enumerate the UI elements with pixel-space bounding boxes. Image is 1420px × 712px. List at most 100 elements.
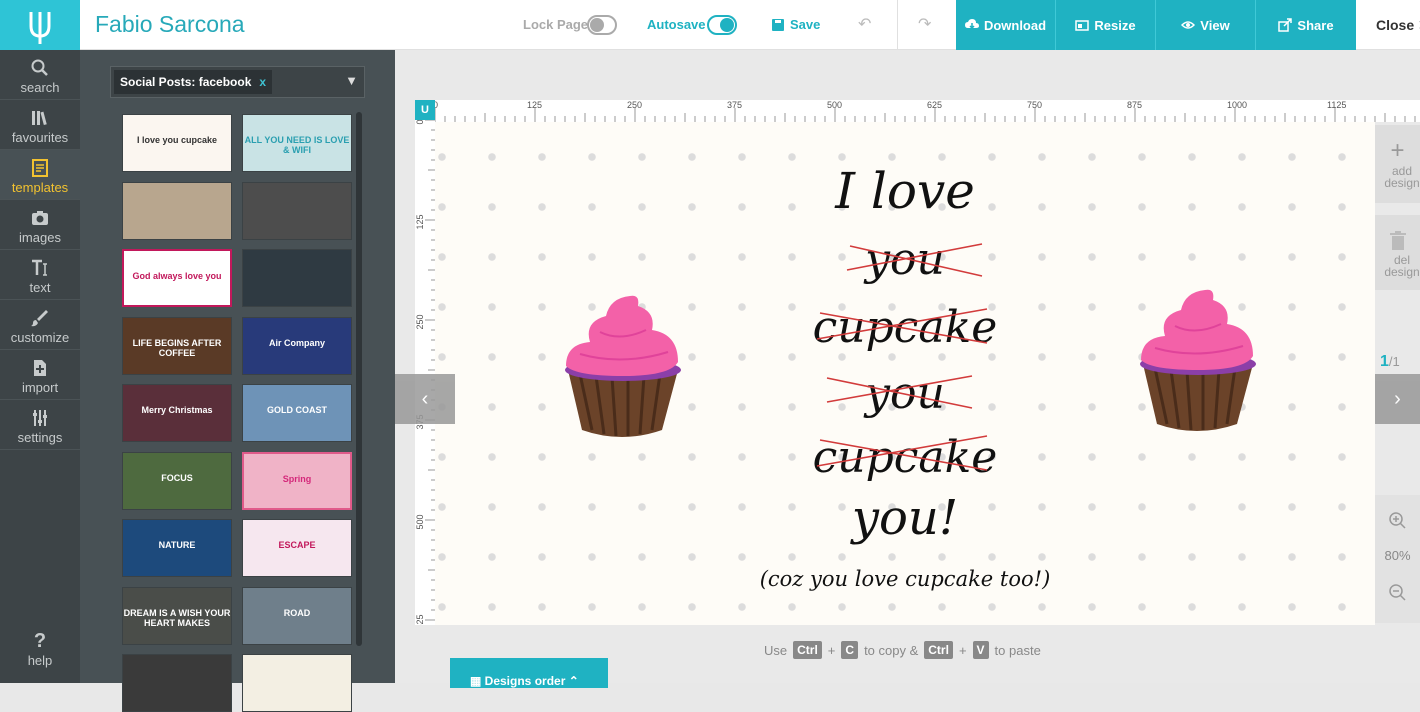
template-thumbnail-label: DREAM IS A WISH YOUR HEART MAKES (123, 607, 231, 628)
template-thumbnail[interactable]: ALL YOU NEED IS LOVE & WIFI (242, 114, 352, 172)
template-thumbnail-label: ROAD (283, 607, 311, 618)
undo-button[interactable]: ↶ (858, 14, 871, 34)
share-button[interactable]: Share (1256, 0, 1356, 50)
share-icon (1278, 18, 1293, 32)
template-thumbnail[interactable]: ESCAPE (242, 519, 352, 577)
sidebar-item-settings[interactable]: settings (0, 400, 80, 450)
redo-button[interactable]: ↷ (918, 14, 931, 34)
template-thumbnail[interactable]: God always love you (122, 249, 232, 307)
template-thumbnail-label: FOCUS (161, 472, 193, 483)
key-ctrl: Ctrl (924, 641, 953, 659)
cupcake-right-icon[interactable] (1135, 286, 1260, 436)
help-button[interactable]: ? help (0, 630, 80, 668)
ruler-tick-label: 1125 (1327, 100, 1346, 110)
template-thumbnail[interactable]: FOCUS (122, 451, 232, 510)
template-thumbnail[interactable] (122, 654, 232, 712)
chevron-up-icon: ⌃ (565, 674, 579, 688)
template-thumbnail[interactable]: Merry Christmas (122, 384, 232, 442)
next-page-button[interactable]: › (1375, 374, 1420, 424)
template-thumbnail[interactable] (242, 249, 352, 307)
delete-design-button[interactable]: del design (1375, 215, 1420, 290)
sidebar-item-label: import (21, 380, 59, 395)
sidebar-item-search[interactable]: search (0, 50, 80, 100)
logo-icon (29, 12, 51, 44)
text-line-1[interactable]: I love (435, 162, 1375, 220)
close-button[interactable]: Close✕ (1376, 17, 1420, 34)
design-canvas[interactable]: I love you cupcake you cupcake you! (coz… (435, 122, 1375, 625)
resize-label: Resize (1094, 17, 1136, 33)
ruler-top-ticks: 0 125 250 375 500 625 750 875 1000 1125 (433, 100, 1416, 122)
template-thumbnail-label: ALL YOU NEED IS LOVE & WIFI (244, 135, 350, 155)
help-label: help (27, 653, 53, 668)
remove-filter-button[interactable]: x (259, 75, 266, 89)
save-label: Save (790, 17, 821, 32)
page-current: 1 (1380, 353, 1389, 370)
sidebar-item-text[interactable]: text (0, 250, 80, 300)
document-title[interactable]: Fabio Sarcona (95, 11, 245, 38)
autosave-toggle[interactable] (707, 15, 737, 35)
sidebar-item-favourites[interactable]: favourites (0, 100, 80, 150)
sidebar-item-templates[interactable]: templates (0, 150, 90, 200)
dropdown-arrow-icon[interactable]: ▼ (345, 73, 358, 88)
template-thumbnail-label: God always love you (132, 271, 222, 281)
zoom-in-icon[interactable] (1388, 511, 1408, 531)
top-bar: Fabio Sarcona Lock Page Autosave Save ↶ … (0, 0, 1420, 50)
prev-page-button[interactable]: ‹ (395, 374, 455, 424)
download-label: Download (983, 17, 1047, 33)
keyboard-hint: Use Ctrl + C to copy & Ctrl + V to paste (764, 641, 1041, 659)
brush-icon (31, 310, 48, 327)
close-label: Close (1376, 17, 1415, 33)
template-thumbnail[interactable]: NATURE (122, 519, 232, 577)
designs-order-button[interactable]: ▦ Designs order ⌃ (450, 658, 608, 688)
ruler-tick-label: 875 (1127, 100, 1142, 110)
ruler-tick-label: 500 (827, 100, 842, 110)
text-line-6[interactable]: you! (435, 490, 1375, 546)
template-thumbnail-label: Air Company (268, 337, 325, 348)
add-design-label: add design (1384, 164, 1420, 190)
template-thumbnail[interactable]: GOLD COAST (242, 384, 352, 442)
lock-page-toggle[interactable] (587, 15, 617, 35)
sidebar-item-customize[interactable]: customize (0, 300, 80, 350)
share-label: Share (1297, 17, 1334, 33)
template-thumbnail[interactable] (242, 654, 352, 712)
page-total: /1 (1388, 354, 1400, 369)
view-button[interactable]: View (1156, 0, 1255, 50)
ruler-tick-label: 1000 (1227, 100, 1247, 110)
save-button[interactable]: Save (772, 17, 820, 32)
template-thumbnail[interactable]: Spring (242, 451, 352, 510)
logo[interactable] (0, 0, 80, 50)
ruler-corner-icon[interactable]: U (415, 100, 435, 120)
template-thumbnail-label: GOLD COAST (267, 405, 327, 415)
cupcake-left-icon[interactable] (560, 292, 685, 442)
question-icon: ? (33, 630, 47, 652)
resize-icon (1075, 20, 1090, 31)
sidebar-item-images[interactable]: images (0, 200, 80, 250)
floppy-icon (772, 18, 784, 31)
resize-button[interactable]: Resize (1056, 0, 1155, 50)
sidebar-item-import[interactable]: import (0, 350, 80, 400)
text-subtitle[interactable]: (coz you love cupcake too!) (435, 567, 1375, 591)
chevron-right-icon: › (1394, 387, 1401, 410)
panel-scrollbar[interactable] (356, 112, 362, 646)
text-icon (32, 259, 47, 276)
download-button[interactable]: Download (956, 0, 1055, 50)
template-thumbnail[interactable] (242, 181, 352, 240)
redo-icon: ↷ (918, 16, 932, 33)
sidebar-item-label: settings (17, 430, 63, 445)
template-thumbnail-label: LIFE BEGINS AFTER COFFEE (132, 337, 222, 358)
templates-icon (32, 159, 48, 177)
template-thumbnail[interactable]: LIFE BEGINS AFTER COFFEE (122, 316, 232, 375)
template-filter[interactable]: Social Posts: facebook x ▼ (110, 66, 365, 98)
page-indicator: 1/1 (1380, 353, 1400, 371)
template-thumbnail[interactable] (122, 181, 232, 240)
add-design-button[interactable]: + add design (1375, 125, 1420, 203)
hint-copy: to copy & (864, 642, 919, 658)
template-thumbnail[interactable]: I love you cupcake (122, 114, 232, 172)
ruler-tick-label: 125 (415, 214, 425, 229)
grid-icon: ▦ (470, 674, 485, 688)
template-thumbnail[interactable]: DREAM IS A WISH YOUR HEART MAKES (122, 586, 232, 645)
template-thumbnail[interactable]: Air Company (242, 316, 352, 375)
zoom-out-icon[interactable] (1388, 583, 1408, 603)
template-thumbnail-label: ESCAPE (278, 540, 316, 550)
template-thumbnail[interactable]: ROAD (242, 586, 352, 645)
